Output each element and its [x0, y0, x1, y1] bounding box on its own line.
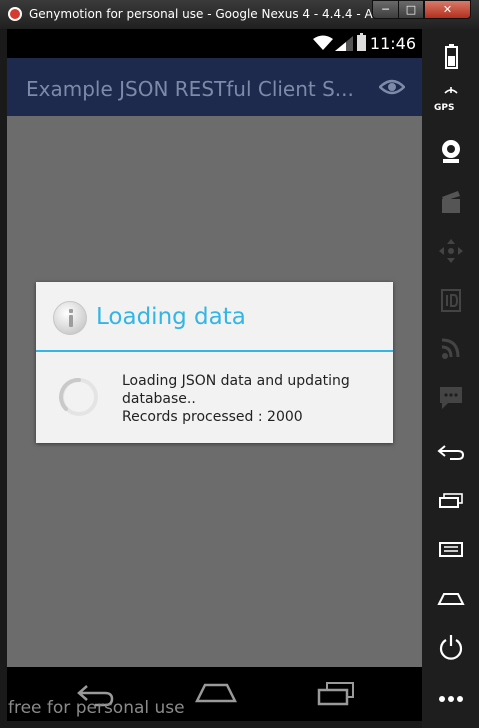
battery-widget-button[interactable] [422, 36, 479, 80]
rss-icon [441, 338, 460, 359]
back-icon [437, 445, 465, 460]
dialog-message: Loading JSON data and updating database.… [122, 373, 350, 425]
power-icon [439, 635, 463, 660]
message-icon [440, 387, 462, 409]
home-icon [437, 593, 465, 605]
watermark-text: free for personal use [8, 698, 185, 718]
clapperboard-icon [442, 191, 460, 213]
window-titlebar[interactable]: Genymotion for personal use - Google Nex… [0, 0, 479, 29]
menu-icon [439, 542, 463, 557]
info-icon [53, 301, 87, 335]
signal-icon [335, 36, 353, 51]
close-button[interactable]: ✕ [424, 0, 471, 19]
progress-dialog: Loading data Loading JSON data and updat… [36, 282, 393, 443]
dialog-divider [36, 350, 393, 352]
status-clock: 11:46 [369, 34, 416, 53]
webcam-widget-button[interactable] [422, 130, 479, 174]
sidebar-power-button[interactable] [422, 625, 479, 669]
battery-status-icon [357, 33, 366, 51]
sidebar-more-button[interactable] [422, 677, 479, 721]
genymotion-logo-icon [8, 7, 22, 21]
gps-icon [444, 87, 458, 94]
recents-icon [439, 493, 463, 508]
minimize-button[interactable]: ─ [372, 0, 399, 19]
sidebar-menu-button[interactable] [422, 527, 479, 571]
dialog-title: Loading data [96, 304, 246, 330]
wifi-icon [313, 35, 333, 50]
sms-widget-button[interactable] [422, 376, 479, 420]
id-widget-button[interactable] [422, 279, 479, 323]
loading-spinner-icon [59, 377, 98, 416]
id-icon [441, 289, 461, 312]
gps-widget-button[interactable] [422, 79, 479, 123]
status-bar: 11:46 [7, 29, 422, 58]
maximize-button[interactable]: □ [398, 0, 424, 19]
more-icon [439, 696, 463, 702]
sidebar-back-button[interactable] [422, 430, 479, 474]
capture-widget-button[interactable] [422, 181, 479, 225]
emulator-window: Genymotion for personal use - Google Nex… [0, 0, 479, 728]
battery-icon [445, 44, 458, 69]
gps-label: GPS [434, 103, 455, 113]
webcam-icon [442, 140, 460, 163]
app-title: Example JSON RESTful Client S... [26, 77, 354, 101]
eye-icon[interactable] [379, 78, 405, 96]
dpad-icon [439, 239, 463, 263]
home-icon[interactable] [195, 681, 237, 705]
recents-icon[interactable] [317, 681, 357, 707]
window-title: Genymotion for personal use - Google Nex… [29, 7, 407, 21]
emulator-toolbar: GPS [422, 29, 479, 728]
dpad-widget-button[interactable] [422, 229, 479, 273]
action-bar: Example JSON RESTful Client S... [7, 58, 422, 116]
android-screen: 11:46 Example JSON RESTful Client S... L… [7, 29, 422, 667]
sidebar-home-button[interactable] [422, 576, 479, 620]
rss-widget-button[interactable] [422, 328, 479, 372]
sidebar-recents-button[interactable] [422, 478, 479, 522]
